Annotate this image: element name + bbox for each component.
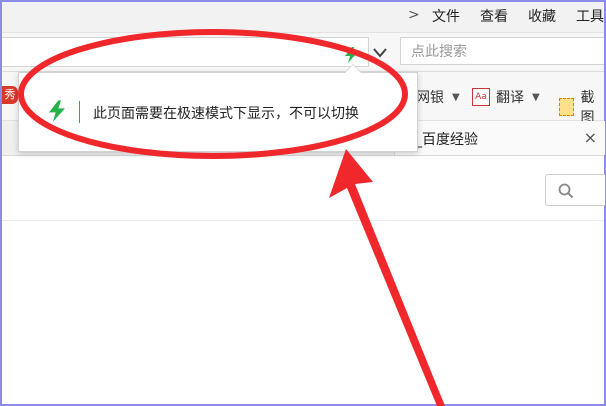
- caret-down-icon[interactable]: ▼: [452, 92, 460, 103]
- menu-bar: > 文件 查看 收藏 工具: [2, 2, 604, 33]
- chevron-down-icon[interactable]: [373, 43, 387, 62]
- menu-item-file[interactable]: 文件: [432, 6, 460, 26]
- menu-item-view[interactable]: 查看: [480, 6, 508, 26]
- page-content: [2, 156, 605, 404]
- lightning-bolt-icon: [49, 99, 65, 127]
- menu-item-favorites[interactable]: 收藏: [528, 6, 556, 26]
- search-input[interactable]: 点此搜索: [400, 37, 604, 65]
- menu-item-tools[interactable]: 工具: [576, 6, 604, 26]
- tooltip-caret: [344, 64, 362, 73]
- address-input[interactable]: [2, 37, 369, 67]
- address-row: 点此搜索: [2, 33, 604, 72]
- page-search-button[interactable]: [545, 174, 605, 206]
- tooltip-divider: [79, 101, 80, 123]
- tab-baidu-jingyan[interactable]: 器_百度经验 ×: [394, 121, 605, 155]
- window-frame: > 文件 查看 收藏 工具 点此搜索 秀 网银 ▼ Aa 翻译 ▼ 截图 器_百…: [0, 0, 606, 406]
- show-badge[interactable]: 秀: [2, 86, 18, 104]
- close-icon[interactable]: ×: [584, 128, 597, 147]
- translate-icon: Aa: [472, 88, 490, 106]
- search-icon: [558, 183, 574, 199]
- tooltip-message: 此页面需要在极速模式下显示，不可以切换: [93, 106, 359, 122]
- menu-chevron[interactable]: >: [408, 7, 420, 23]
- divider: [2, 220, 604, 221]
- toolbar-item-bank[interactable]: 网银 ▼: [416, 87, 460, 107]
- speed-mode-tooltip: 此页面需要在极速模式下显示，不可以切换: [18, 64, 418, 152]
- toolbar-item-label: 翻译: [496, 90, 524, 106]
- screenshot-icon: [559, 98, 575, 116]
- toolbar-item-label: 网银: [416, 90, 444, 106]
- caret-down-icon[interactable]: ▼: [532, 92, 540, 103]
- toolbar-item-translate[interactable]: Aa 翻译 ▼: [472, 87, 540, 107]
